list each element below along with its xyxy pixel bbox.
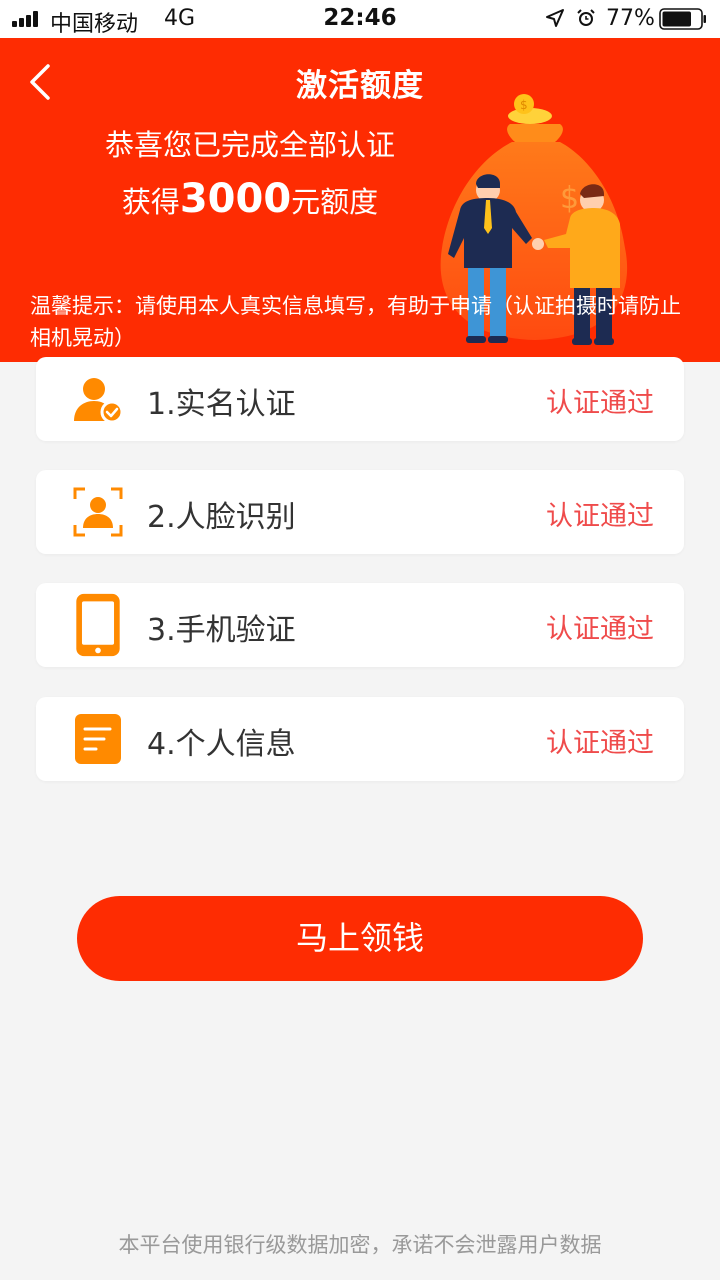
battery-percent: 77% [606, 6, 655, 31]
get-money-button[interactable]: 马上领钱 [77, 896, 643, 981]
phone-icon [76, 593, 120, 657]
step-card-phone-verification[interactable]: 3.手机验证 认证通过 [36, 583, 684, 667]
step-card-personal-info[interactable]: 4.个人信息 认证通过 [36, 697, 684, 781]
step-card-real-name[interactable]: 1.实名认证 认证通过 [36, 357, 684, 441]
credit-suffix: 元额度 [291, 185, 379, 219]
document-icon [75, 714, 121, 764]
svg-text:$: $ [560, 181, 579, 216]
step-status: 认证通过 [546, 388, 654, 419]
credit-amount: 3000 [179, 176, 292, 222]
face-scan-icon [73, 487, 123, 537]
battery-icon [659, 8, 706, 30]
user-verified-icon [74, 378, 124, 424]
tip-text: 温馨提示：请使用本人真实信息填写，有助于申请（认证拍摄时请防止相机晃动） [30, 294, 681, 350]
header-banner: 激活额度 恭喜您已完成全部认证 获得3000元额度 $ $ 温馨提示：请使用本人… [0, 38, 720, 362]
screen: 中国移动 4G 22:46 77% 激活额度 恭喜您已完成全部认证 获得3000… [0, 0, 720, 1280]
step-label: 2.人脸识别 [147, 500, 296, 535]
step-label: 4.个人信息 [147, 727, 296, 762]
credit-prefix: 获得 [121, 185, 180, 219]
step-status: 认证通过 [546, 501, 654, 532]
step-status: 认证通过 [546, 728, 654, 759]
step-card-face-recognition[interactable]: 2.人脸识别 认证通过 [36, 470, 684, 554]
footer-note: 本平台使用银行级数据加密，承诺不会泄露用户数据 [118, 1233, 602, 1257]
step-label: 3.手机验证 [147, 613, 296, 648]
alarm-icon [577, 9, 595, 26]
step-label: 1.实名认证 [147, 387, 296, 422]
location-icon [546, 9, 564, 27]
step-status: 认证通过 [546, 614, 654, 645]
svg-text:$: $ [520, 98, 528, 112]
status-bar: 中国移动 4G 22:46 77% [0, 0, 720, 38]
